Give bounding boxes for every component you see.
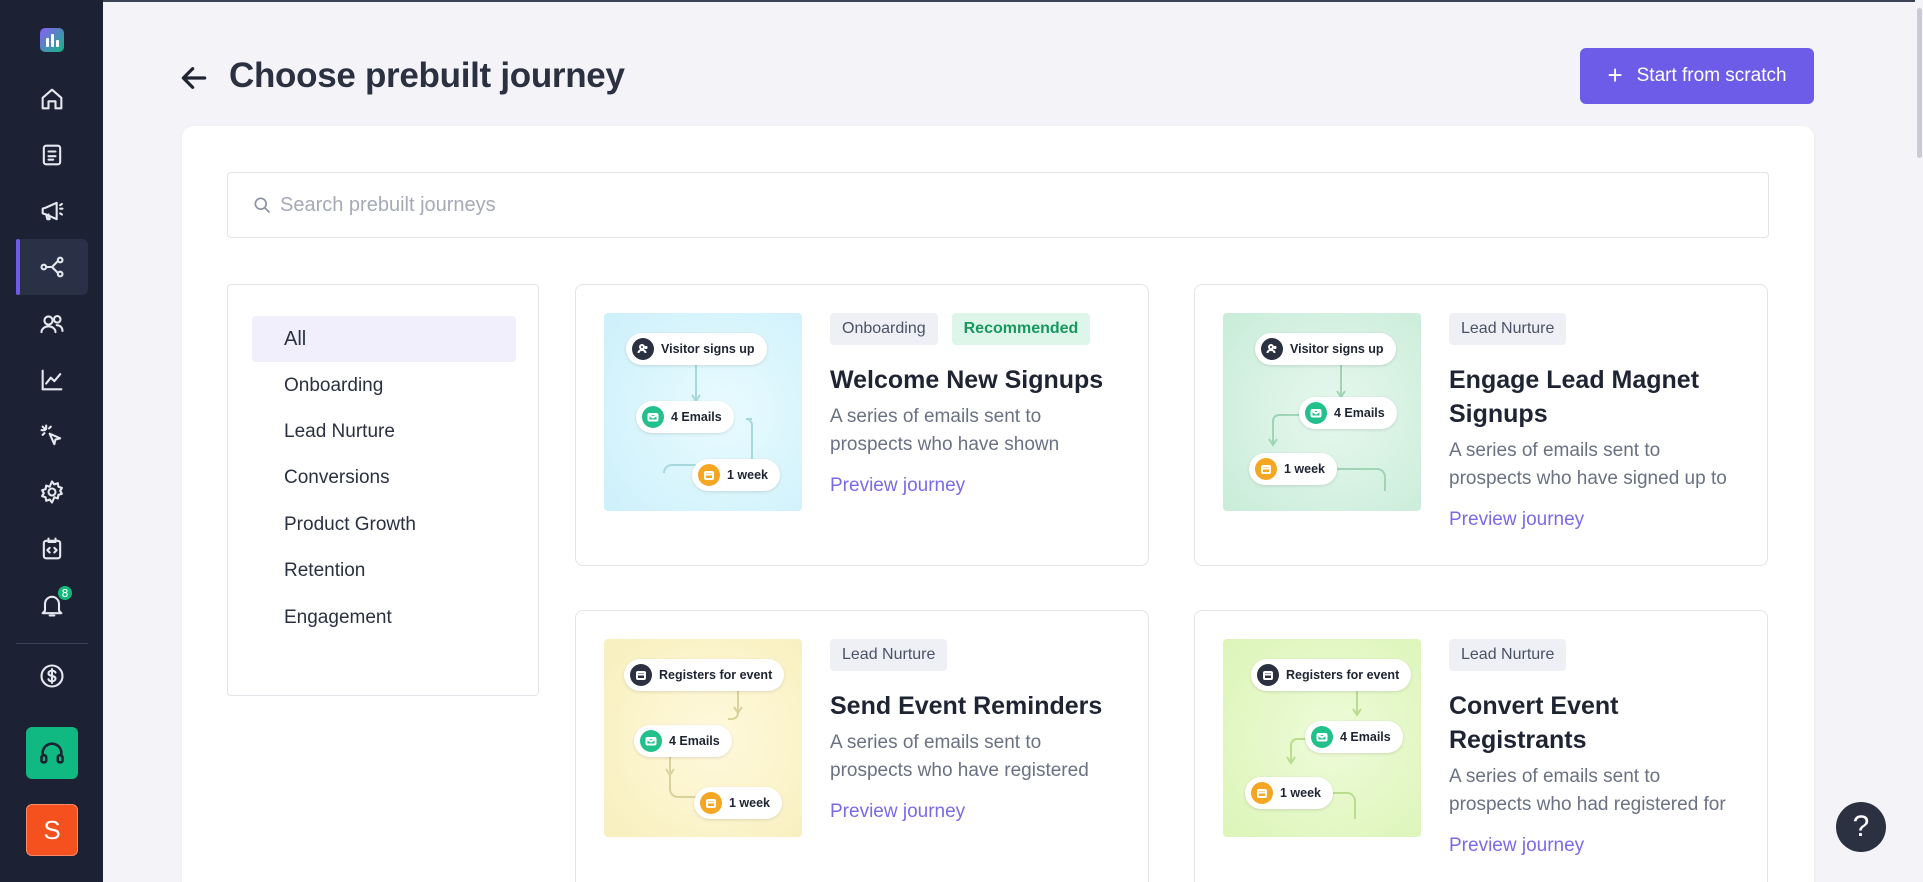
notification-badge: 8 [56,584,74,602]
actions-icon[interactable] [16,408,88,464]
page-scrollbar-thumb[interactable] [1917,8,1922,158]
flow-node-delay: 1 week [1249,453,1338,485]
back-arrow-icon[interactable] [178,62,210,94]
journey-title: Engage Lead Magnet Signups [1449,366,1700,428]
journey-card-lead-magnet[interactable]: Visitor signs up 4 Emails 1 week Lead Nu… [1194,284,1768,566]
calendar-icon [698,464,720,486]
flow-node-trigger: Visitor signs up [1255,333,1396,365]
filter-conversions[interactable]: Conversions [252,455,516,501]
plus-icon: + [1607,59,1623,90]
journey-title: Convert Event Registrants [1449,692,1619,754]
tag-lead-nurture: Lead Nurture [830,639,948,671]
journey-title: Welcome New Signups [830,366,1104,394]
integrations-icon[interactable] [16,521,88,577]
journeys-icon[interactable] [16,239,88,295]
flow-node-trigger: Registers for event [624,659,785,691]
tag-lead-nurture: Lead Nurture [1449,313,1567,345]
filter-product-growth[interactable]: Product Growth [252,502,516,548]
journey-description: A series of emails sent to prospects who… [830,732,1089,781]
journey-card-convert-registrants[interactable]: Registers for event 4 Emails 1 week Lead… [1194,610,1768,882]
journey-thumbnail: Registers for event 4 Emails 1 week [604,639,802,837]
filter-lead-nurture[interactable]: Lead Nurture [252,409,516,455]
app-logo[interactable] [40,28,64,52]
flow-node-delay: 1 week [1245,777,1334,809]
home-icon[interactable] [16,71,88,127]
tag-recommended: Recommended [951,313,1091,345]
journey-thumbnail: Visitor signs up 4 Emails 1 week [604,313,802,511]
calendar-icon [1257,664,1279,686]
journey-tags: Onboarding Recommended [830,313,1091,345]
calendar-icon [700,792,722,814]
billing-icon[interactable] [16,648,88,704]
user-add-icon [1261,338,1283,360]
email-icon [640,730,662,752]
calendar-icon [1255,458,1277,480]
filter-all[interactable]: All [252,316,516,362]
help-button[interactable]: ? [1836,802,1886,852]
user-add-icon [632,338,654,360]
flow-node-emails: 4 Emails [1305,721,1403,753]
journey-description: A series of emails sent to prospects who… [1449,440,1727,489]
flow-node-emails: 4 Emails [634,725,732,757]
journey-tags: Lead Nurture [1449,313,1567,345]
flow-node-emails: 4 Emails [1299,397,1397,429]
start-from-scratch-button[interactable]: + Start from scratch [1580,48,1814,104]
filter-engagement[interactable]: Engagement [252,595,516,641]
sidebar: 8 S [0,0,103,882]
forms-icon[interactable] [16,127,88,183]
notifications-icon[interactable] [16,577,88,633]
filter-retention[interactable]: Retention [252,548,516,594]
journey-description: A series of emails sent to prospects who… [830,406,1060,455]
top-border [0,0,1923,2]
email-icon [642,406,664,428]
journey-tags: Lead Nurture [1449,639,1567,671]
reports-icon[interactable] [16,352,88,408]
journey-thumbnail: Visitor signs up 4 Emails 1 week [1223,313,1421,511]
preview-journey-link[interactable]: Preview journey [1449,835,1584,857]
tag-onboarding: Onboarding [830,313,938,345]
preview-journey-link[interactable]: Preview journey [830,475,965,497]
start-from-scratch-label: Start from scratch [1636,65,1787,86]
contacts-icon[interactable] [16,296,88,352]
flow-node-trigger: Registers for event [1251,659,1412,691]
settings-icon[interactable] [16,464,88,520]
tag-lead-nurture: Lead Nurture [1449,639,1567,671]
journey-card-welcome[interactable]: Visitor signs up 4 Emails 1 week Onboard… [575,284,1149,566]
email-icon [1311,726,1333,748]
preview-journey-link[interactable]: Preview journey [830,801,965,823]
journey-title: Send Event Reminders [830,692,1103,720]
filter-onboarding[interactable]: Onboarding [252,363,516,409]
search-box[interactable] [227,172,1769,238]
journey-tags: Lead Nurture [830,639,948,671]
flow-node-emails: 4 Emails [636,401,734,433]
support-button[interactable] [26,727,78,779]
journey-thumbnail: Registers for event 4 Emails 1 week [1223,639,1421,837]
calendar-icon [1251,782,1273,804]
flow-node-delay: 1 week [694,787,783,819]
flow-node-trigger: Visitor signs up [626,333,767,365]
search-input[interactable] [280,193,1680,217]
flow-node-delay: 1 week [692,459,781,491]
page-title: Choose prebuilt journey [229,56,625,95]
avatar[interactable]: S [26,804,78,856]
category-filter-list: All Onboarding Lead Nurture Conversions … [227,284,539,696]
headset-icon [40,742,64,764]
sidebar-divider [16,643,88,644]
email-icon [1305,402,1327,424]
journey-card-event-reminders[interactable]: Registers for event 4 Emails 1 week Lead… [575,610,1149,882]
campaigns-icon[interactable] [16,183,88,239]
journey-description: A series of emails sent to prospects who… [1449,766,1726,815]
calendar-icon [630,664,652,686]
preview-journey-link[interactable]: Preview journey [1449,509,1584,531]
search-icon [254,197,271,214]
